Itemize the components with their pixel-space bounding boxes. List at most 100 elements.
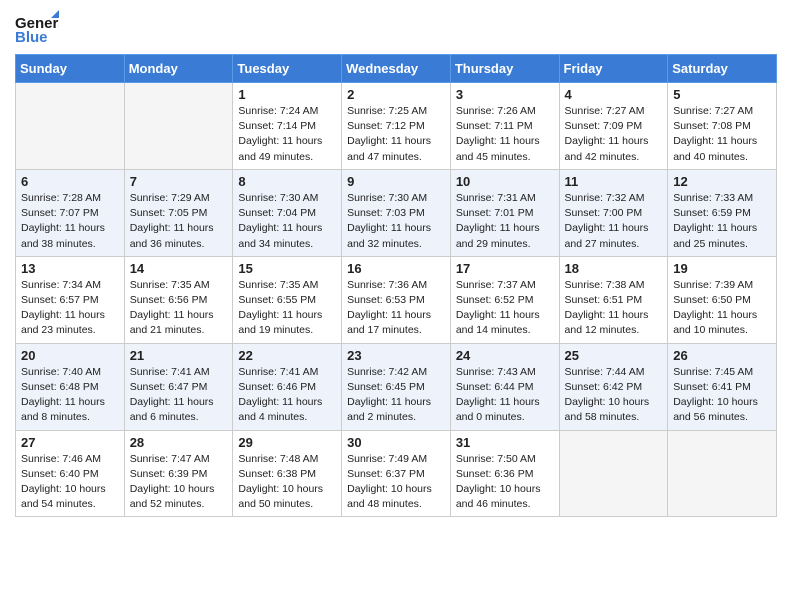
day-number: 26 [673,348,771,363]
day-number: 11 [565,174,663,189]
day-number: 19 [673,261,771,276]
calendar-cell: 28 Sunrise: 7:47 AM Sunset: 6:39 PM Dayli… [124,430,233,517]
day-of-week-header: Sunday [16,55,125,83]
calendar-cell [559,430,668,517]
day-number: 22 [238,348,336,363]
day-detail: Sunrise: 7:43 AM Sunset: 6:44 PM Dayligh… [456,365,554,426]
day-detail: Sunrise: 7:35 AM Sunset: 6:55 PM Dayligh… [238,278,336,339]
day-number: 12 [673,174,771,189]
calendar-cell: 5 Sunrise: 7:27 AM Sunset: 7:08 PM Daylig… [668,83,777,170]
calendar-cell: 6Sunrise: 7:28 AM Sunset: 7:07 PM Daylig… [16,169,125,256]
day-number: 20 [21,348,119,363]
day-number: 23 [347,348,445,363]
calendar-cell: 7 Sunrise: 7:29 AM Sunset: 7:05 PM Daylig… [124,169,233,256]
page-header: General Blue [15,10,777,46]
calendar-cell: 21 Sunrise: 7:41 AM Sunset: 6:47 PM Dayli… [124,343,233,430]
day-of-week-header: Thursday [450,55,559,83]
calendar-cell: 18 Sunrise: 7:38 AM Sunset: 6:51 PM Dayli… [559,256,668,343]
day-number: 24 [456,348,554,363]
day-number: 28 [130,435,228,450]
calendar-cell [16,83,125,170]
day-number: 17 [456,261,554,276]
day-detail: Sunrise: 7:50 AM Sunset: 6:36 PM Dayligh… [456,452,554,513]
day-detail: Sunrise: 7:33 AM Sunset: 6:59 PM Dayligh… [673,191,771,252]
calendar-cell: 11 Sunrise: 7:32 AM Sunset: 7:00 PM Dayli… [559,169,668,256]
calendar-cell: 24 Sunrise: 7:43 AM Sunset: 6:44 PM Dayli… [450,343,559,430]
day-detail: Sunrise: 7:26 AM Sunset: 7:11 PM Dayligh… [456,104,554,165]
day-detail: Sunrise: 7:30 AM Sunset: 7:03 PM Dayligh… [347,191,445,252]
calendar-cell: 3 Sunrise: 7:26 AM Sunset: 7:11 PM Daylig… [450,83,559,170]
day-number: 2 [347,87,445,102]
calendar-cell: 26 Sunrise: 7:45 AM Sunset: 6:41 PM Dayli… [668,343,777,430]
day-number: 7 [130,174,228,189]
day-detail: Sunrise: 7:37 AM Sunset: 6:52 PM Dayligh… [456,278,554,339]
day-detail: Sunrise: 7:41 AM Sunset: 6:46 PM Dayligh… [238,365,336,426]
day-detail: Sunrise: 7:40 AM Sunset: 6:48 PM Dayligh… [21,365,119,426]
day-detail: Sunrise: 7:34 AM Sunset: 6:57 PM Dayligh… [21,278,119,339]
day-number: 27 [21,435,119,450]
calendar-cell: 20 Sunrise: 7:40 AM Sunset: 6:48 PM Dayli… [16,343,125,430]
day-detail: Sunrise: 7:42 AM Sunset: 6:45 PM Dayligh… [347,365,445,426]
calendar-cell: 30Sunrise: 7:49 AM Sunset: 6:37 PM Dayli… [342,430,451,517]
logo-icon: General Blue [15,10,59,46]
day-detail: Sunrise: 7:27 AM Sunset: 7:09 PM Dayligh… [565,104,663,165]
day-detail: Sunrise: 7:28 AM Sunset: 7:07 PM Dayligh… [21,191,119,252]
day-detail: Sunrise: 7:44 AM Sunset: 6:42 PM Dayligh… [565,365,663,426]
day-of-week-header: Tuesday [233,55,342,83]
calendar-cell: 4 Sunrise: 7:27 AM Sunset: 7:09 PM Daylig… [559,83,668,170]
day-detail: Sunrise: 7:25 AM Sunset: 7:12 PM Dayligh… [347,104,445,165]
day-detail: Sunrise: 7:47 AM Sunset: 6:39 PM Dayligh… [130,452,228,513]
day-number: 3 [456,87,554,102]
day-detail: Sunrise: 7:39 AM Sunset: 6:50 PM Dayligh… [673,278,771,339]
day-number: 10 [456,174,554,189]
calendar-cell: 10 Sunrise: 7:31 AM Sunset: 7:01 PM Dayli… [450,169,559,256]
calendar-cell: 15 Sunrise: 7:35 AM Sunset: 6:55 PM Dayli… [233,256,342,343]
calendar-cell: 1 Sunrise: 7:24 AM Sunset: 7:14 PM Daylig… [233,83,342,170]
day-detail: Sunrise: 7:49 AM Sunset: 6:37 PM Dayligh… [347,452,445,513]
day-number: 25 [565,348,663,363]
calendar-cell [124,83,233,170]
calendar-cell: 25 Sunrise: 7:44 AM Sunset: 6:42 PM Dayli… [559,343,668,430]
day-number: 29 [238,435,336,450]
day-number: 13 [21,261,119,276]
day-number: 15 [238,261,336,276]
day-detail: Sunrise: 7:29 AM Sunset: 7:05 PM Dayligh… [130,191,228,252]
day-detail: Sunrise: 7:27 AM Sunset: 7:08 PM Dayligh… [673,104,771,165]
day-number: 31 [456,435,554,450]
day-detail: Sunrise: 7:36 AM Sunset: 6:53 PM Dayligh… [347,278,445,339]
calendar-cell: 2 Sunrise: 7:25 AM Sunset: 7:12 PM Daylig… [342,83,451,170]
day-number: 14 [130,261,228,276]
day-of-week-header: Wednesday [342,55,451,83]
calendar-cell: 12 Sunrise: 7:33 AM Sunset: 6:59 PM Dayli… [668,169,777,256]
day-number: 8 [238,174,336,189]
day-number: 21 [130,348,228,363]
day-number: 4 [565,87,663,102]
day-detail: Sunrise: 7:46 AM Sunset: 6:40 PM Dayligh… [21,452,119,513]
day-of-week-header: Monday [124,55,233,83]
calendar-cell: 19 Sunrise: 7:39 AM Sunset: 6:50 PM Dayli… [668,256,777,343]
calendar-cell: 17 Sunrise: 7:37 AM Sunset: 6:52 PM Dayli… [450,256,559,343]
calendar-cell: 9 Sunrise: 7:30 AM Sunset: 7:03 PM Daylig… [342,169,451,256]
calendar-cell: 22 Sunrise: 7:41 AM Sunset: 6:46 PM Dayli… [233,343,342,430]
day-number: 9 [347,174,445,189]
calendar-cell [668,430,777,517]
calendar-cell: 31 Sunrise: 7:50 AM Sunset: 6:36 PM Dayli… [450,430,559,517]
day-detail: Sunrise: 7:31 AM Sunset: 7:01 PM Dayligh… [456,191,554,252]
day-detail: Sunrise: 7:45 AM Sunset: 6:41 PM Dayligh… [673,365,771,426]
calendar-cell: 27 Sunrise: 7:46 AM Sunset: 6:40 PM Dayli… [16,430,125,517]
day-detail: Sunrise: 7:32 AM Sunset: 7:00 PM Dayligh… [565,191,663,252]
day-of-week-header: Saturday [668,55,777,83]
calendar-cell: 8 Sunrise: 7:30 AM Sunset: 7:04 PM Daylig… [233,169,342,256]
calendar-cell: 13 Sunrise: 7:34 AM Sunset: 6:57 PM Dayli… [16,256,125,343]
day-detail: Sunrise: 7:38 AM Sunset: 6:51 PM Dayligh… [565,278,663,339]
calendar-table: SundayMondayTuesdayWednesdayThursdayFrid… [15,54,777,517]
day-detail: Sunrise: 7:24 AM Sunset: 7:14 PM Dayligh… [238,104,336,165]
calendar-cell: 16Sunrise: 7:36 AM Sunset: 6:53 PM Dayli… [342,256,451,343]
day-detail: Sunrise: 7:41 AM Sunset: 6:47 PM Dayligh… [130,365,228,426]
day-detail: Sunrise: 7:48 AM Sunset: 6:38 PM Dayligh… [238,452,336,513]
day-detail: Sunrise: 7:30 AM Sunset: 7:04 PM Dayligh… [238,191,336,252]
day-number: 5 [673,87,771,102]
day-detail: Sunrise: 7:35 AM Sunset: 6:56 PM Dayligh… [130,278,228,339]
day-number: 18 [565,261,663,276]
day-number: 1 [238,87,336,102]
